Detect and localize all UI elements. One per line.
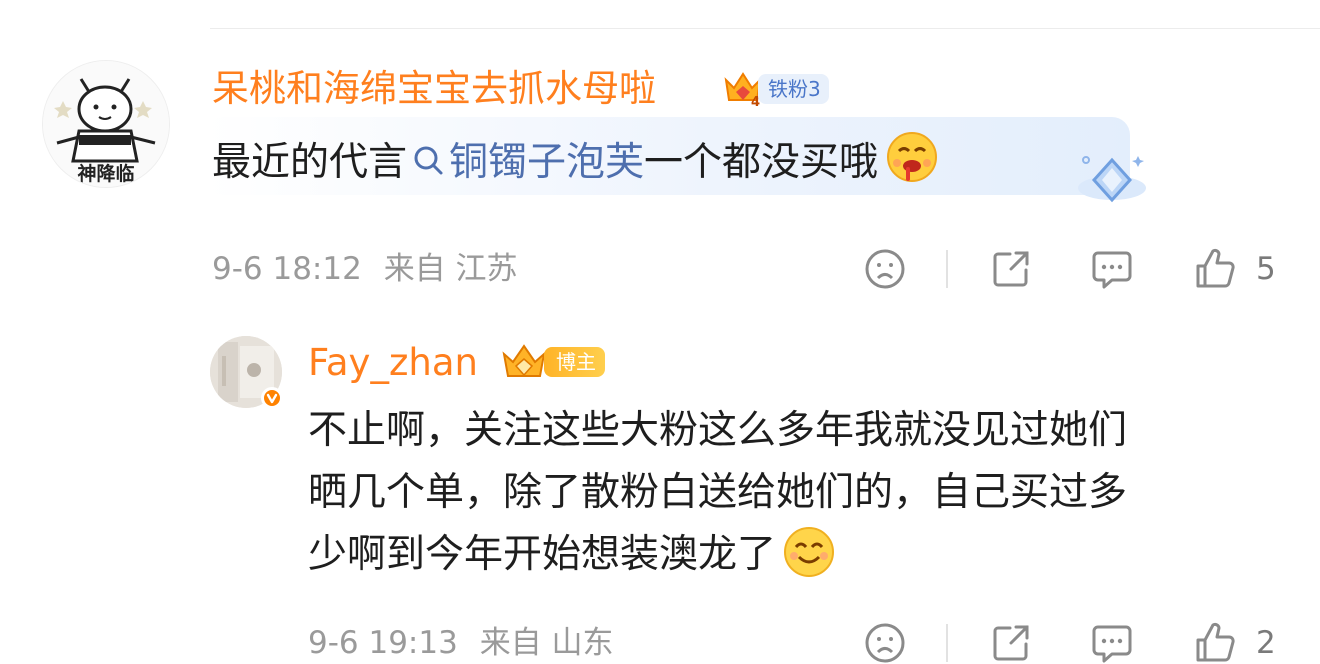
reply-username[interactable]: Fay_zhan [308,344,478,381]
smile-emoji-icon [784,527,835,577]
topic-link[interactable]: 铜镯子泡芙 [407,140,644,185]
reply-text-line: 晒几个单，除了散粉白送给她们的，自己买过多 [308,470,1128,515]
reply-text-line-last: 少啊到今年开始想装澳龙了 [308,524,1127,586]
fan-badge[interactable]: 铁粉3 [758,74,829,104]
username[interactable]: 呆桃和海绵宝宝去抓水母啦 [212,70,656,107]
diamond-decoration-icon [1078,156,1146,203]
search-icon [414,146,443,175]
reply-meta: 9-6 19:13 来自 山东 [308,628,614,659]
reply-text-line: 不止啊，关注这些大粉这么多年我就没见过她们 [308,408,1128,453]
comment-text-start: 最近的代言 [212,140,408,185]
thumbs-up-icon[interactable] [1194,620,1236,664]
comment-icon[interactable] [1090,622,1134,664]
timestamp: 9-6 18:12 [212,251,362,287]
comment-icon[interactable] [1090,248,1134,290]
topic-label[interactable]: 铜镯子泡芙 [449,140,644,185]
reply-text-line: 少啊到今年开始想装澳龙了 [308,532,777,577]
blogger-badge[interactable]: 博主 [544,347,605,377]
blogger-crown-icon [502,344,546,377]
reply-text: 不止啊，关注这些大粉这么多年我就没见过她们 晒几个单，除了散粉白送给她们的，自己… [308,400,1127,586]
avatar[interactable]: 神降临 [42,60,170,188]
action-divider [946,250,948,288]
like-count: 2 [1256,625,1276,661]
share-icon[interactable] [990,622,1032,664]
avatar-caption: 神降临 [77,163,135,185]
share-icon[interactable] [990,248,1032,290]
action-divider [946,624,948,662]
location: 来自 江苏 [383,251,518,287]
top-divider [210,28,1320,29]
comment-text-end: 一个都没买哦 [644,140,879,185]
sad-face-icon[interactable] [864,248,906,290]
sad-face-icon[interactable] [864,622,906,664]
like-count: 5 [1256,251,1276,287]
drooling-emoji-icon [887,132,938,182]
thumbs-up-icon[interactable] [1194,246,1236,290]
comment-meta: 9-6 18:12 来自 江苏 [212,254,518,285]
verified-badge-icon [261,387,283,409]
comment-text: 最近的代言 铜镯子泡芙一个都没买哦 [212,129,940,194]
